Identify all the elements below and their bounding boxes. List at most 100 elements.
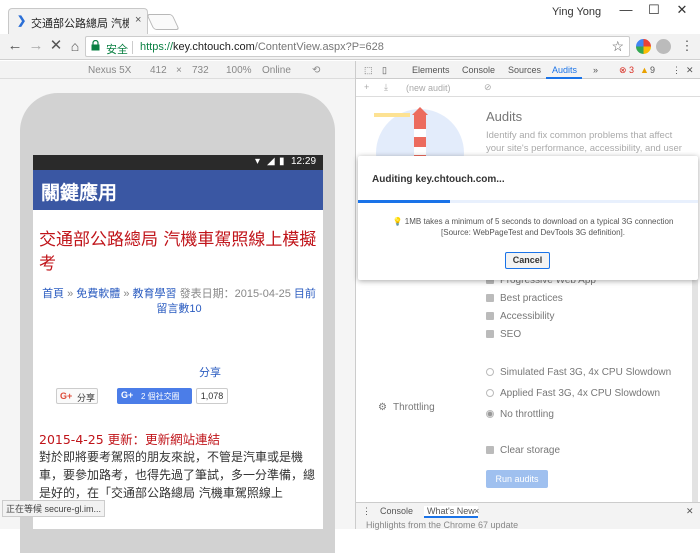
breadcrumb-subcategory[interactable]: 教育學習 bbox=[133, 288, 177, 300]
article-body: 對於即將要考駕照的朋友來說，不管是汽車或是機車，要參加路考，也得先過了筆試，多一… bbox=[39, 450, 316, 500]
close-window-icon[interactable]: ✕ bbox=[668, 2, 696, 22]
cancel-button[interactable]: Cancel bbox=[505, 252, 550, 269]
new-tab-button[interactable] bbox=[146, 14, 180, 30]
drawer-tab-console[interactable]: Console bbox=[380, 506, 413, 516]
share-link[interactable]: 分享 bbox=[199, 364, 221, 380]
phone-status-bar: ▾ ◢ ▮ 12:29 bbox=[33, 155, 323, 170]
forward-icon[interactable]: → bbox=[27, 37, 45, 55]
url-host: key.chtouch.com bbox=[173, 41, 255, 53]
category-checkbox[interactable]: SEO bbox=[486, 329, 521, 340]
download-icon[interactable]: ⤓ bbox=[384, 82, 388, 93]
gplus-circles-button[interactable]: G+ 2 個社交圈 bbox=[117, 388, 192, 404]
url-text[interactable]: https://key.chtouch.com/ContentView.aspx… bbox=[140, 41, 384, 53]
device-width[interactable]: 412 bbox=[150, 65, 167, 76]
devtools-menu-icon[interactable]: ⋮ bbox=[672, 65, 681, 76]
drawer-close-icon[interactable]: ✕ bbox=[686, 506, 694, 517]
warning-count[interactable]: 9 bbox=[650, 65, 655, 75]
breadcrumb-category[interactable]: 免費軟體 bbox=[76, 288, 120, 300]
inspect-element-icon[interactable]: ⬚ bbox=[364, 65, 373, 76]
radio-icon[interactable] bbox=[486, 368, 494, 377]
app-bar: 關鍵應用 bbox=[33, 170, 323, 210]
error-count[interactable]: 3 bbox=[629, 65, 634, 75]
rotate-icon[interactable]: ⟲ bbox=[312, 65, 320, 76]
extension-color-icon[interactable] bbox=[636, 39, 651, 54]
audits-description: Identify and fix common problems that af… bbox=[486, 130, 682, 154]
devtools-close-icon[interactable]: ✕ bbox=[686, 65, 694, 76]
site-title[interactable]: 關鍵應用 bbox=[41, 178, 117, 205]
radio-selected-icon[interactable] bbox=[486, 410, 494, 419]
battery-icon: ▮ bbox=[279, 156, 285, 167]
gplus-icon: G+ bbox=[60, 391, 73, 401]
lock-icon bbox=[91, 40, 100, 51]
run-audits-button[interactable]: Run audits bbox=[486, 470, 548, 488]
checkbox-icon[interactable] bbox=[486, 330, 494, 339]
tab-console[interactable]: Console bbox=[462, 65, 495, 75]
devtools-drawer: ⋮ Console What's New × ✕ Highlights from… bbox=[356, 502, 700, 530]
gplus-share-button[interactable]: G+ 分享 bbox=[56, 388, 98, 404]
loading-status-tooltip: 正在等候 secure-gl.im... bbox=[2, 500, 106, 517]
breadcrumb-home[interactable]: 首頁 bbox=[42, 288, 64, 300]
drawer-tab-close-icon[interactable]: × bbox=[474, 506, 479, 516]
checkbox-icon[interactable] bbox=[486, 294, 494, 303]
dialog-message: 💡 1MB takes a minimum of 5 seconds to do… bbox=[378, 216, 688, 238]
divider bbox=[132, 41, 133, 54]
auditing-dialog: Auditing key.chtouch.com... 💡 1MB takes … bbox=[358, 156, 698, 280]
profile-name[interactable]: Ying Yong bbox=[552, 6, 601, 18]
breadcrumb-separator: » bbox=[120, 288, 133, 300]
clear-storage-checkbox[interactable]: Clear storage bbox=[486, 445, 560, 456]
category-label: SEO bbox=[500, 329, 522, 340]
stop-loading-icon[interactable]: ✕ bbox=[47, 37, 65, 55]
device-toolbar: Nexus 5X 412 × 732 100% Online ⟲ bbox=[0, 61, 355, 79]
add-audit-icon[interactable]: + bbox=[364, 82, 369, 92]
throttling-section: ⚙ Throttling bbox=[378, 402, 435, 413]
throttling-option[interactable]: Simulated Fast 3G, 4x CPU Slowdown bbox=[486, 367, 671, 378]
minimize-icon[interactable]: — bbox=[612, 2, 640, 22]
throttling-option[interactable]: No throttling bbox=[486, 409, 554, 420]
gplus-share-label: 分享 bbox=[77, 393, 96, 403]
maximize-icon[interactable]: ☐ bbox=[640, 2, 668, 22]
audit-select[interactable]: (new audit) bbox=[406, 83, 451, 93]
device-toggle-icon[interactable]: ▯ bbox=[382, 65, 387, 76]
radio-icon[interactable] bbox=[486, 389, 494, 398]
bookmark-star-icon[interactable]: ☆ bbox=[611, 38, 624, 55]
article-title[interactable]: 交通部公路總局 汽機車駕照線上模擬考 bbox=[39, 228, 319, 276]
back-icon[interactable]: ← bbox=[6, 37, 24, 55]
network-select[interactable]: Online bbox=[262, 65, 291, 76]
home-icon[interactable]: ⌂ bbox=[66, 37, 84, 55]
throttling-option[interactable]: Applied Fast 3G, 4x CPU Slowdown bbox=[486, 388, 660, 399]
dimension-times: × bbox=[176, 65, 182, 76]
progress-bar bbox=[358, 200, 698, 203]
address-bar[interactable]: 安全 https://key.chtouch.com/ContentView.a… bbox=[85, 36, 630, 57]
tab-audits[interactable]: Audits bbox=[552, 65, 577, 75]
device-height[interactable]: 732 bbox=[192, 65, 209, 76]
device-select[interactable]: Nexus 5X bbox=[88, 65, 131, 76]
extension-gray-icon[interactable] bbox=[656, 39, 671, 54]
secure-label: 安全 bbox=[106, 44, 128, 56]
category-label: Best practices bbox=[500, 293, 563, 304]
category-checkbox[interactable]: Best practices bbox=[486, 293, 563, 304]
signal-icon: ◢ bbox=[267, 156, 275, 167]
browser-toolbar: ← → ✕ ⌂ 安全 https://key.chtouch.com/Conte… bbox=[0, 34, 700, 60]
tab-elements[interactable]: Elements bbox=[412, 65, 450, 75]
more-tabs-icon[interactable]: » bbox=[593, 65, 598, 75]
wifi-icon: ▾ bbox=[255, 156, 261, 167]
publish-date: 發表日期：2015-04-25 bbox=[176, 288, 294, 300]
clear-icon[interactable]: ⊘ bbox=[484, 82, 492, 93]
breadcrumb-separator: » bbox=[64, 288, 77, 300]
zoom-select[interactable]: 100% bbox=[226, 65, 252, 76]
throttling-option-label: Applied Fast 3G, 4x CPU Slowdown bbox=[500, 388, 661, 399]
tab-sources[interactable]: Sources bbox=[508, 65, 541, 75]
menu-kebab-icon[interactable]: ⋮ bbox=[678, 37, 696, 55]
checkbox-icon[interactable] bbox=[486, 312, 494, 321]
gplus-count: 1,078 bbox=[196, 388, 228, 404]
checkbox-icon[interactable] bbox=[486, 446, 494, 455]
tab-close-icon[interactable]: × bbox=[135, 14, 141, 26]
update-date: 2015-4-25 更新： bbox=[39, 432, 146, 447]
tab-title: 交通部公路總局 汽機車駕照 bbox=[31, 18, 129, 30]
drawer-menu-icon[interactable]: ⋮ bbox=[362, 506, 371, 517]
category-checkbox[interactable]: Accessibility bbox=[486, 311, 554, 322]
drawer-tab-whats-new[interactable]: What's New bbox=[424, 506, 478, 518]
browser-tab[interactable]: ❯ 交通部公路總局 汽機車駕照 × bbox=[8, 8, 148, 34]
update-link[interactable]: 更新網站連結 bbox=[145, 432, 220, 447]
dialog-message-text: 1MB takes a minimum of 5 seconds to down… bbox=[404, 217, 674, 237]
